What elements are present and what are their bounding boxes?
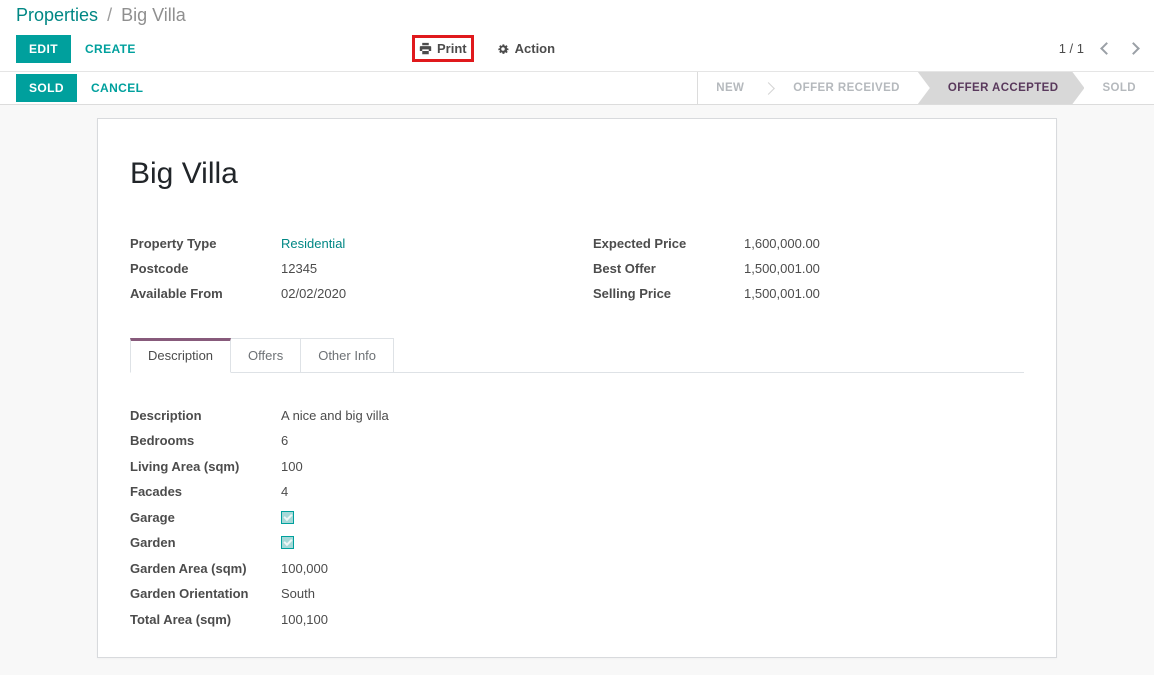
field-row: Facades4 xyxy=(130,480,1024,505)
pager-value: 1 / 1 xyxy=(1059,41,1084,56)
field-row: Best Offer1,500,001.00 xyxy=(593,256,1024,280)
field-value: 1,500,001.00 xyxy=(744,286,820,301)
field-value: 12345 xyxy=(281,261,317,276)
gear-icon xyxy=(496,42,510,56)
sold-button[interactable]: SOLD xyxy=(16,74,77,102)
field-row: Garden xyxy=(130,531,1024,556)
field-row: Property TypeResidential xyxy=(130,231,577,255)
field-row: Available From02/02/2020 xyxy=(130,281,577,305)
field-label: Available From xyxy=(130,286,281,301)
field-value: 4 xyxy=(281,484,288,499)
field-label: Bedrooms xyxy=(130,433,281,448)
edit-button[interactable]: EDIT xyxy=(16,35,71,63)
checkbox-checked[interactable] xyxy=(281,536,294,549)
field-row: Garden Area (sqm)100,000 xyxy=(130,556,1024,581)
field-row: Garage xyxy=(130,505,1024,530)
field-column-left: Property TypeResidentialPostcode12345Ava… xyxy=(130,231,577,306)
tab-other-info[interactable]: Other Info xyxy=(301,338,394,372)
field-label: Total Area (sqm) xyxy=(130,612,281,627)
field-value: 1,500,001.00 xyxy=(744,261,820,276)
create-button[interactable]: CREATE xyxy=(85,42,136,56)
field-value: 6 xyxy=(281,433,288,448)
field-label: Facades xyxy=(130,484,281,499)
action-menus: Print Action xyxy=(412,26,555,71)
stage-separator-icon xyxy=(762,82,775,95)
field-row: Selling Price1,500,001.00 xyxy=(593,281,1024,305)
breadcrumb-current: Big Villa xyxy=(121,5,186,25)
print-button-wrapper: Print xyxy=(412,35,474,62)
breadcrumb-parent-link[interactable]: Properties xyxy=(16,5,98,25)
field-value: 02/02/2020 xyxy=(281,286,346,301)
tab-offers[interactable]: Offers xyxy=(231,338,301,372)
statusbar-stage-offer-received[interactable]: OFFER RECEIVED xyxy=(775,72,918,104)
control-panel: Properties / Big Villa EDIT CREATE Print xyxy=(0,0,1154,105)
field-label: Garage xyxy=(130,510,281,525)
breadcrumb-separator: / xyxy=(103,5,116,25)
print-label: Print xyxy=(437,41,467,56)
field-label: Expected Price xyxy=(593,236,744,251)
field-row: Garden OrientationSouth xyxy=(130,582,1024,607)
field-row: Living Area (sqm)100 xyxy=(130,454,1024,479)
field-value: South xyxy=(281,586,315,601)
print-button[interactable]: Print xyxy=(419,41,467,56)
statusbar-stage-new[interactable]: NEW xyxy=(698,72,762,104)
statusbar: NEW OFFER RECEIVEDOFFER ACCEPTEDSOLD xyxy=(697,72,1154,104)
field-value: A nice and big villa xyxy=(281,408,389,423)
field-column-right: Expected Price1,600,000.00Best Offer1,50… xyxy=(577,231,1024,306)
field-row: DescriptionA nice and big villa xyxy=(130,403,1024,428)
field-label: Selling Price xyxy=(593,286,744,301)
breadcrumb: Properties / Big Villa xyxy=(0,0,1154,26)
action-button[interactable]: Action xyxy=(496,41,555,56)
printer-icon xyxy=(419,42,432,55)
field-label: Living Area (sqm) xyxy=(130,459,281,474)
tab-description-pane: DescriptionA nice and big villaBedrooms6… xyxy=(130,373,1024,632)
field-value-link[interactable]: Residential xyxy=(281,236,345,251)
checkbox-checked[interactable] xyxy=(281,511,294,524)
page: Properties / Big Villa EDIT CREATE Print xyxy=(0,0,1154,675)
field-value: 1,600,000.00 xyxy=(744,236,820,251)
statusbar-stage-offer-accepted[interactable]: OFFER ACCEPTED xyxy=(918,72,1085,104)
field-row: Postcode12345 xyxy=(130,256,577,280)
field-value: 100 xyxy=(281,459,303,474)
action-label: Action xyxy=(515,41,555,56)
pager-previous-icon[interactable] xyxy=(1100,42,1113,55)
field-row: Bedrooms6 xyxy=(130,429,1024,454)
field-label: Property Type xyxy=(130,236,281,251)
field-row: Expected Price1,600,000.00 xyxy=(593,231,1024,255)
field-label: Description xyxy=(130,408,281,423)
field-value: 100,000 xyxy=(281,561,328,576)
statusbar-stage-sold[interactable]: SOLD xyxy=(1084,72,1154,104)
form-sheet: Big Villa Property TypeResidentialPostco… xyxy=(97,118,1057,658)
buttons-row: EDIT CREATE Print Action xyxy=(0,26,1154,71)
field-label: Garden Area (sqm) xyxy=(130,561,281,576)
field-group-top: Property TypeResidentialPostcode12345Ava… xyxy=(130,231,1024,306)
pager: 1 / 1 xyxy=(1059,41,1138,56)
field-label: Garden Orientation xyxy=(130,586,281,601)
form-view-background: Big Villa Property TypeResidentialPostco… xyxy=(0,105,1154,675)
field-value: 100,100 xyxy=(281,612,328,627)
field-row: Total Area (sqm)100,100 xyxy=(130,607,1024,632)
field-label: Postcode xyxy=(130,261,281,276)
field-label: Best Offer xyxy=(593,261,744,276)
record-title: Big Villa xyxy=(130,157,1024,191)
tab-description[interactable]: Description xyxy=(130,338,231,373)
pager-next-icon[interactable] xyxy=(1127,42,1140,55)
cancel-button[interactable]: CANCEL xyxy=(91,81,143,95)
status-row: SOLD CANCEL NEW OFFER RECEIVEDOFFER ACCEP… xyxy=(0,71,1154,105)
field-label: Garden xyxy=(130,535,281,550)
notebook-tabs: DescriptionOffersOther Info xyxy=(130,338,1024,373)
